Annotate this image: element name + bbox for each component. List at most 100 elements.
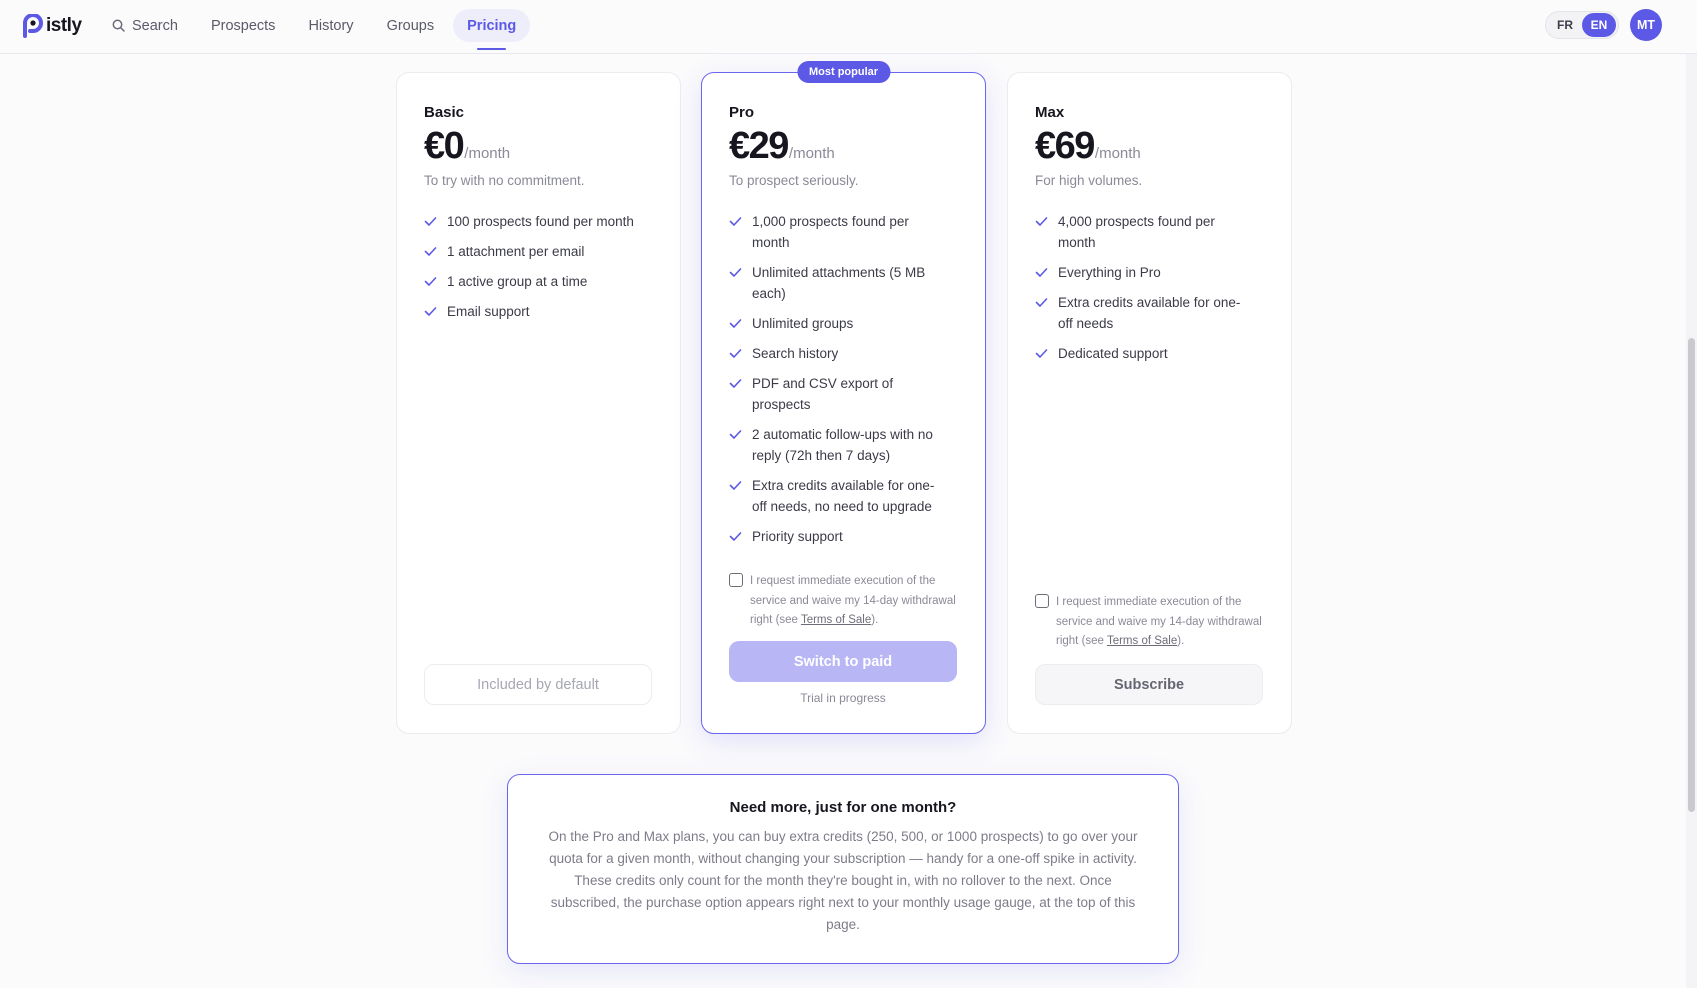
top-navigation-bar: istly Search Prospects History Groups Pr… bbox=[0, 0, 1697, 54]
logo-icon bbox=[23, 14, 43, 38]
nav-item-label: Groups bbox=[386, 17, 435, 34]
lang-option-en[interactable]: EN bbox=[1582, 13, 1616, 37]
feature-text: Search history bbox=[752, 346, 839, 361]
feature-text: 4,000 prospects found per month bbox=[1058, 214, 1215, 250]
switch-to-paid-button[interactable]: Switch to paid bbox=[729, 641, 957, 682]
plan-card-basic: Basic €0 /month To try with no commitmen… bbox=[396, 72, 681, 734]
feature-item: Priority support bbox=[729, 526, 941, 547]
feature-item: Search history bbox=[729, 343, 941, 364]
search-icon bbox=[112, 19, 125, 32]
feature-item: Everything in Pro bbox=[1035, 262, 1247, 283]
brand-name: istly bbox=[46, 15, 82, 36]
consent-text-end: ). bbox=[871, 614, 879, 626]
price-amount: €69 bbox=[1035, 125, 1095, 167]
nav-item-label: History bbox=[308, 17, 354, 34]
terms-of-sale-link[interactable]: Terms of Sale bbox=[801, 614, 871, 626]
plan-name: Pro bbox=[729, 104, 755, 121]
withdrawal-consent: I request immediate execution of the ser… bbox=[729, 572, 967, 631]
feature-text: 1 attachment per email bbox=[447, 244, 585, 259]
check-icon bbox=[424, 277, 437, 286]
feature-text: 2 automatic follow-ups with no reply (72… bbox=[752, 427, 933, 463]
check-icon bbox=[1035, 268, 1048, 277]
consent-text-end: ). bbox=[1177, 635, 1185, 647]
price-period: /month bbox=[464, 145, 511, 162]
consent-checkbox[interactable] bbox=[729, 573, 743, 587]
nav-item-history[interactable]: History bbox=[294, 9, 367, 42]
consent-text: I request immediate execution of the ser… bbox=[1056, 593, 1273, 652]
check-icon bbox=[424, 247, 437, 256]
feature-text: 100 prospects found per month bbox=[447, 214, 634, 229]
check-icon bbox=[729, 349, 742, 358]
check-icon bbox=[729, 532, 742, 541]
check-icon bbox=[729, 319, 742, 328]
feature-item: 1 attachment per email bbox=[424, 241, 662, 262]
nav-item-label: Search bbox=[132, 17, 178, 34]
nav-item-label: Prospects bbox=[210, 17, 276, 34]
check-icon bbox=[729, 481, 742, 490]
feature-list: 1,000 prospects found per month Unlimite… bbox=[729, 211, 941, 556]
feature-text: Priority support bbox=[752, 529, 843, 544]
nav-item-pricing[interactable]: Pricing bbox=[453, 9, 531, 50]
feature-item: Extra credits available for one-off need… bbox=[1035, 292, 1247, 334]
feature-item: Unlimited attachments (5 MB each) bbox=[729, 262, 941, 304]
included-by-default-button[interactable]: Included by default bbox=[424, 664, 652, 705]
feature-text: 1,000 prospects found per month bbox=[752, 214, 909, 250]
feature-text: 1 active group at a time bbox=[447, 274, 588, 289]
feature-text: Extra credits available for one-off need… bbox=[1058, 295, 1241, 331]
check-icon bbox=[1035, 349, 1048, 358]
feature-item: 100 prospects found per month bbox=[424, 211, 662, 232]
plan-card-max: Max €69 /month For high volumes. 4,000 p… bbox=[1007, 72, 1292, 734]
consent-text: I request immediate execution of the ser… bbox=[750, 572, 967, 631]
subscribe-button[interactable]: Subscribe bbox=[1035, 664, 1263, 705]
consent-checkbox[interactable] bbox=[1035, 594, 1049, 608]
feature-item: Email support bbox=[424, 301, 662, 322]
withdrawal-consent: I request immediate execution of the ser… bbox=[1035, 593, 1273, 652]
trial-status-note: Trial in progress bbox=[800, 691, 886, 705]
plan-tagline: To prospect seriously. bbox=[729, 173, 859, 188]
check-icon bbox=[729, 430, 742, 439]
price-amount: €29 bbox=[729, 125, 789, 167]
feature-text: Unlimited attachments (5 MB each) bbox=[752, 265, 926, 301]
price-period: /month bbox=[788, 145, 835, 162]
plan-tagline: To try with no commitment. bbox=[424, 173, 585, 188]
plan-price: €69 /month bbox=[1035, 125, 1141, 168]
lang-option-fr[interactable]: FR bbox=[1548, 13, 1582, 37]
feature-list: 4,000 prospects found per month Everythi… bbox=[1035, 211, 1247, 373]
feature-item: 1 active group at a time bbox=[424, 271, 662, 292]
feature-item: 2 automatic follow-ups with no reply (72… bbox=[729, 424, 941, 466]
plan-name: Basic bbox=[424, 104, 465, 121]
plan-tagline: For high volumes. bbox=[1035, 173, 1143, 188]
info-body: On the Pro and Max plans, you can buy ex… bbox=[548, 829, 1138, 932]
feature-text: Dedicated support bbox=[1058, 346, 1168, 361]
plan-name: Max bbox=[1035, 104, 1065, 121]
terms-of-sale-link[interactable]: Terms of Sale bbox=[1107, 635, 1177, 647]
plan-price: €0 /month bbox=[424, 125, 510, 168]
plan-price: €29 /month bbox=[729, 125, 835, 168]
main-nav: Search Prospects History Groups Pricing bbox=[98, 9, 535, 50]
plan-card-pro: Most popular Pro €29 /month To prospect … bbox=[701, 61, 986, 734]
check-icon bbox=[729, 217, 742, 226]
check-icon bbox=[424, 217, 437, 226]
scrollbar-thumb[interactable] bbox=[1688, 338, 1695, 812]
page-scrollbar[interactable] bbox=[1686, 54, 1697, 988]
check-icon bbox=[729, 268, 742, 277]
most-popular-badge: Most popular bbox=[796, 61, 891, 83]
user-avatar[interactable]: MT bbox=[1630, 9, 1662, 41]
check-icon bbox=[424, 307, 437, 316]
brand-logo[interactable]: istly bbox=[22, 12, 82, 40]
check-icon bbox=[1035, 298, 1048, 307]
price-period: /month bbox=[1094, 145, 1141, 162]
extra-credits-info-box: Need more, just for one month? On the Pr… bbox=[507, 774, 1179, 964]
nav-item-groups[interactable]: Groups bbox=[373, 9, 449, 42]
feature-item: PDF and CSV export of prospects bbox=[729, 373, 941, 415]
nav-item-search[interactable]: Search bbox=[98, 9, 192, 42]
feature-text: PDF and CSV export of prospects bbox=[752, 376, 894, 412]
feature-item: Extra credits available for one-off need… bbox=[729, 475, 941, 517]
feature-item: 1,000 prospects found per month bbox=[729, 211, 941, 253]
price-amount: €0 bbox=[424, 125, 465, 167]
feature-item: Unlimited groups bbox=[729, 313, 941, 334]
nav-item-prospects[interactable]: Prospects bbox=[197, 9, 289, 42]
language-switch: FR EN bbox=[1545, 11, 1619, 39]
check-icon bbox=[1035, 217, 1048, 226]
feature-text: Extra credits available for one-off need… bbox=[752, 478, 935, 514]
